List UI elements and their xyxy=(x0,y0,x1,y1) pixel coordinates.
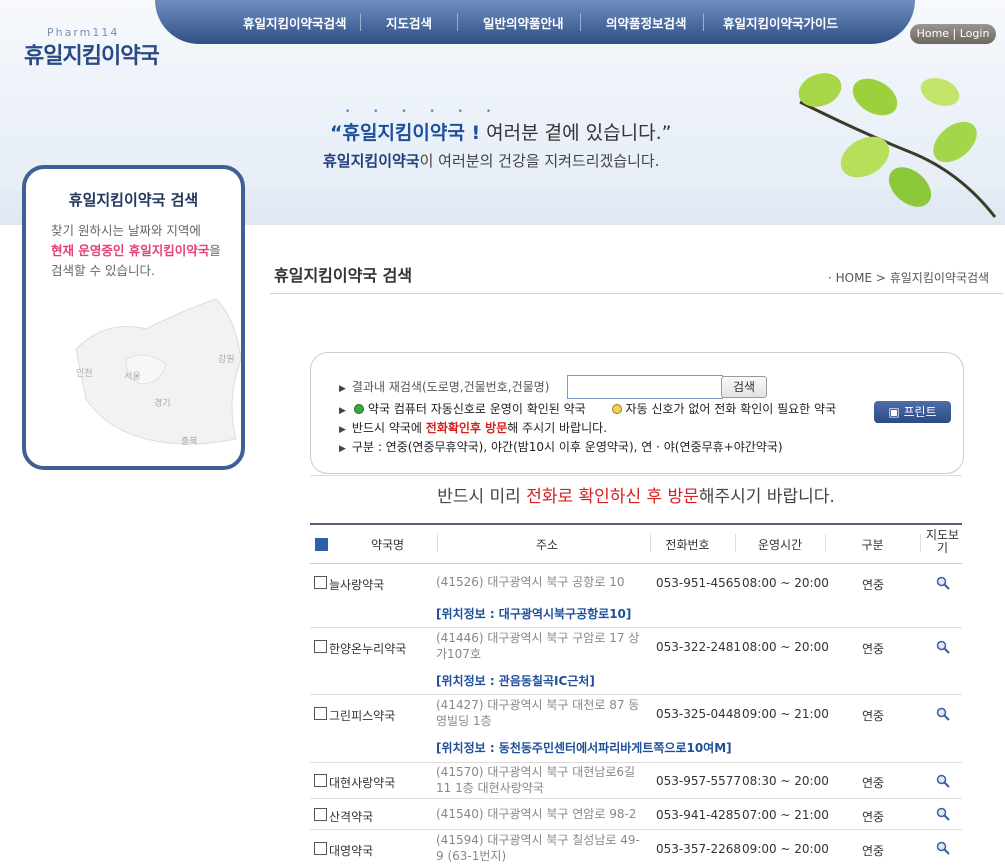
pharmacy-type: 연중 xyxy=(862,709,885,723)
pharmacy-hours: 08:30 ~ 20:00 xyxy=(742,774,829,788)
map-label-incheon: 인천 xyxy=(76,369,93,379)
visit-notice: ▶ 반드시 약국에 전화확인후 방문해 주시기 바랍니다. xyxy=(339,421,608,435)
pharmacy-address: (41570) 대구광역시 북구 대현남로6길 11 1층 대현사랑약국 xyxy=(436,765,636,795)
pharmacy-name[interactable]: 늘사랑약국 xyxy=(329,576,384,593)
nav-drug-info-search[interactable]: 의약품정보검색 xyxy=(606,13,687,32)
pharmacy-name[interactable]: 그린피스약국 xyxy=(329,707,395,724)
sidebar-description: 찾기 원하시는 날짜와 지역에 현재 운영중인 휴일지킴이약국을 검색할 수 있… xyxy=(51,223,221,278)
call-before-visit-notice: 반드시 미리 전화로 확인하신 후 방문해주시기 바랍니다. xyxy=(437,487,835,507)
pharmacy-type: 연중 xyxy=(862,642,885,656)
legend-row: ▶ 약국 컴퓨터 자동신호로 운영이 확인된 약국 자동 신호가 없어 전화 확인… xyxy=(339,402,837,416)
pharmacy-hours: 09:00 ~ 21:00 xyxy=(742,707,829,721)
table-row: 대현사랑약국 (41570) 대구광역시 북구 대현남로6길 11 1층 대현사랑… xyxy=(310,763,962,799)
triangle-bullet-icon: ▶ xyxy=(339,444,346,454)
location-info: [위치정보 : 동천동주민센터에서파리바게트쪽으로10여M] xyxy=(436,741,732,755)
col-type: 구분 xyxy=(861,538,884,552)
table-row: 늘사랑약국 (41526) 대구광역시 북구 공항로 10 053-951-45… xyxy=(310,562,962,628)
nav-holiday-search[interactable]: 휴일지킴이약국검색 xyxy=(243,13,347,32)
table-row: 한양온누리약국 (41446) 대구광역시 북구 구암로 17 상 가107호 0… xyxy=(310,628,962,695)
pharmacy-address: (41594) 대구광역시 북구 칠성남로 49- 9 (63-1번지) xyxy=(436,833,640,863)
pharmacy-phone: 053-357-2268 xyxy=(656,842,742,856)
map-view-magnifier-icon[interactable] xyxy=(936,807,950,821)
table-row: 산격약국 (41540) 대구광역시 북구 연암로 98-2 053-941-4… xyxy=(310,799,962,830)
pharmacy-type: 연중 xyxy=(862,844,885,858)
printer-icon: ▣ xyxy=(888,405,904,419)
pharmacy-hours: 09:00 ~ 20:00 xyxy=(742,842,829,856)
table-header: 약국명 주소 전화번호 운영시간 구분 지도보기 xyxy=(310,523,962,564)
page-title: 휴일지킴이약국 검색 xyxy=(274,266,413,285)
triangle-bullet-icon: ▶ xyxy=(339,384,346,394)
breadcrumb: · HOME > 휴일지킴이약국검색 xyxy=(828,271,990,285)
top-navigation: 휴일지킴이약국검색 지도검색 일반의약품안내 의약품정보검색 휴일지킴이약국가이… xyxy=(155,0,915,44)
row-checkbox[interactable] xyxy=(314,707,327,720)
triangle-bullet-icon: ▶ xyxy=(339,406,346,416)
triangle-bullet-icon: ▶ xyxy=(339,425,346,435)
pharmacy-type: 연중 xyxy=(862,578,885,592)
home-login-button[interactable]: Home | Login xyxy=(910,24,996,44)
map-view-magnifier-icon[interactable] xyxy=(936,841,950,855)
title-divider xyxy=(270,293,1003,294)
pharmacy-phone: 053-957-5577 xyxy=(656,774,742,788)
select-all-checkbox[interactable] xyxy=(315,538,328,551)
search-label: ▶ 결과내 재검색(도로명,건물번호,건물명) xyxy=(339,380,550,394)
map-view-magnifier-icon[interactable] xyxy=(936,774,950,788)
decorative-dots: • • • • • • xyxy=(345,107,502,117)
pharmacy-type: 연중 xyxy=(862,776,885,790)
table-row: 대영약국 (41594) 대구광역시 북구 칠성남로 49- 9 (63-1번지)… xyxy=(310,830,962,867)
row-checkbox[interactable] xyxy=(314,774,327,787)
table-row: 그린피스약국 (41427) 대구광역시 북구 대천로 87 동 영빌딩 1층 0… xyxy=(310,695,962,763)
col-phone: 전화번호 xyxy=(665,538,710,552)
pharmacy-name[interactable]: 한양온누리약국 xyxy=(329,640,406,657)
map-view-magnifier-icon[interactable] xyxy=(936,576,950,590)
pharmacy-hours: 08:00 ~ 20:00 xyxy=(742,640,829,654)
map-label-chungbuk: 충북 xyxy=(181,437,198,447)
pharmacy-type: 연중 xyxy=(862,810,885,824)
map-label-gangwon: 강원 xyxy=(218,355,235,365)
leaves-illustration xyxy=(798,73,997,218)
nav-otc-info[interactable]: 일반의약품안내 xyxy=(483,13,564,32)
pharmacy-address: (41540) 대구광역시 북구 연암로 98-2 xyxy=(436,807,637,821)
brand-logo[interactable]: 휴일지킴이약국 xyxy=(24,38,160,70)
pharmacy-address: (41446) 대구광역시 북구 구암로 17 상 가107호 xyxy=(436,631,640,661)
hero-subslogan: 휴일지킴이약국이 여러분의 건강을 지켜드리겠습니다. xyxy=(323,152,660,170)
green-signal-icon xyxy=(353,404,364,414)
pharmacy-phone: 053-941-4285 xyxy=(656,808,742,822)
col-map: 지도보기 xyxy=(925,528,960,555)
pharmacy-name[interactable]: 산격약국 xyxy=(329,808,373,825)
pharmacy-address: (41526) 대구광역시 북구 공항로 10 xyxy=(436,575,625,589)
map-view-magnifier-icon[interactable] xyxy=(936,707,950,721)
sidebar-search-panel: 휴일지킴이약국 검색 찾기 원하시는 날짜와 지역에 현재 운영중인 휴일지킴이… xyxy=(22,165,245,470)
pharmacy-name[interactable]: 대영약국 xyxy=(329,842,373,859)
location-info: [위치정보 : 관음동칠곡IC근처] xyxy=(436,674,595,688)
notice-divider xyxy=(310,475,962,476)
search-button[interactable]: 검색 xyxy=(721,376,767,398)
nav-guide[interactable]: 휴일지킴이약국가이드 xyxy=(723,13,838,32)
row-checkbox[interactable] xyxy=(314,842,327,855)
search-input[interactable] xyxy=(567,375,723,399)
hero-slogan: “휴일지킴이약국 ! 여러분 곁에 있습니다.” xyxy=(330,122,672,144)
category-legend: ▶ 구분 : 연중(연중무휴약국), 야간(밤10시 이후 운영약국), 연 · … xyxy=(339,440,783,454)
col-address: 주소 xyxy=(535,538,559,552)
search-panel: ▶ 결과내 재검색(도로명,건물번호,건물명) 검색 ▶ 약국 컴퓨터 자동신호로 … xyxy=(310,352,964,474)
pharmacy-hours: 08:00 ~ 20:00 xyxy=(742,576,829,590)
col-hours: 운영시간 xyxy=(757,538,803,552)
pharmacy-address: (41427) 대구광역시 북구 대천로 87 동 영빌딩 1층 xyxy=(436,698,640,728)
pharmacy-phone: 053-322-2481 xyxy=(656,640,742,654)
print-button[interactable]: ▣ 프린트 xyxy=(874,401,951,423)
row-checkbox[interactable] xyxy=(314,640,327,653)
map-label-seoul: 서울 xyxy=(124,372,141,382)
map-view-magnifier-icon[interactable] xyxy=(936,640,950,654)
col-name: 약국명 xyxy=(370,538,405,552)
sidebar-title: 휴일지킴이약국 검색 xyxy=(68,191,199,209)
pharmacy-name[interactable]: 대현사랑약국 xyxy=(329,774,395,791)
row-checkbox[interactable] xyxy=(314,576,327,589)
nav-map-search[interactable]: 지도검색 xyxy=(386,13,432,32)
map-label-gyeonggi: 경기 xyxy=(154,399,171,409)
pharmacy-phone: 053-325-0448 xyxy=(656,707,742,721)
row-checkbox[interactable] xyxy=(314,808,327,821)
location-info: [위치정보 : 대구광역시북구공항로10] xyxy=(436,607,632,621)
pharmacy-hours: 07:00 ~ 21:00 xyxy=(742,808,829,822)
yellow-signal-icon xyxy=(611,404,622,414)
pharmacy-phone: 053-951-4565 xyxy=(656,576,742,590)
